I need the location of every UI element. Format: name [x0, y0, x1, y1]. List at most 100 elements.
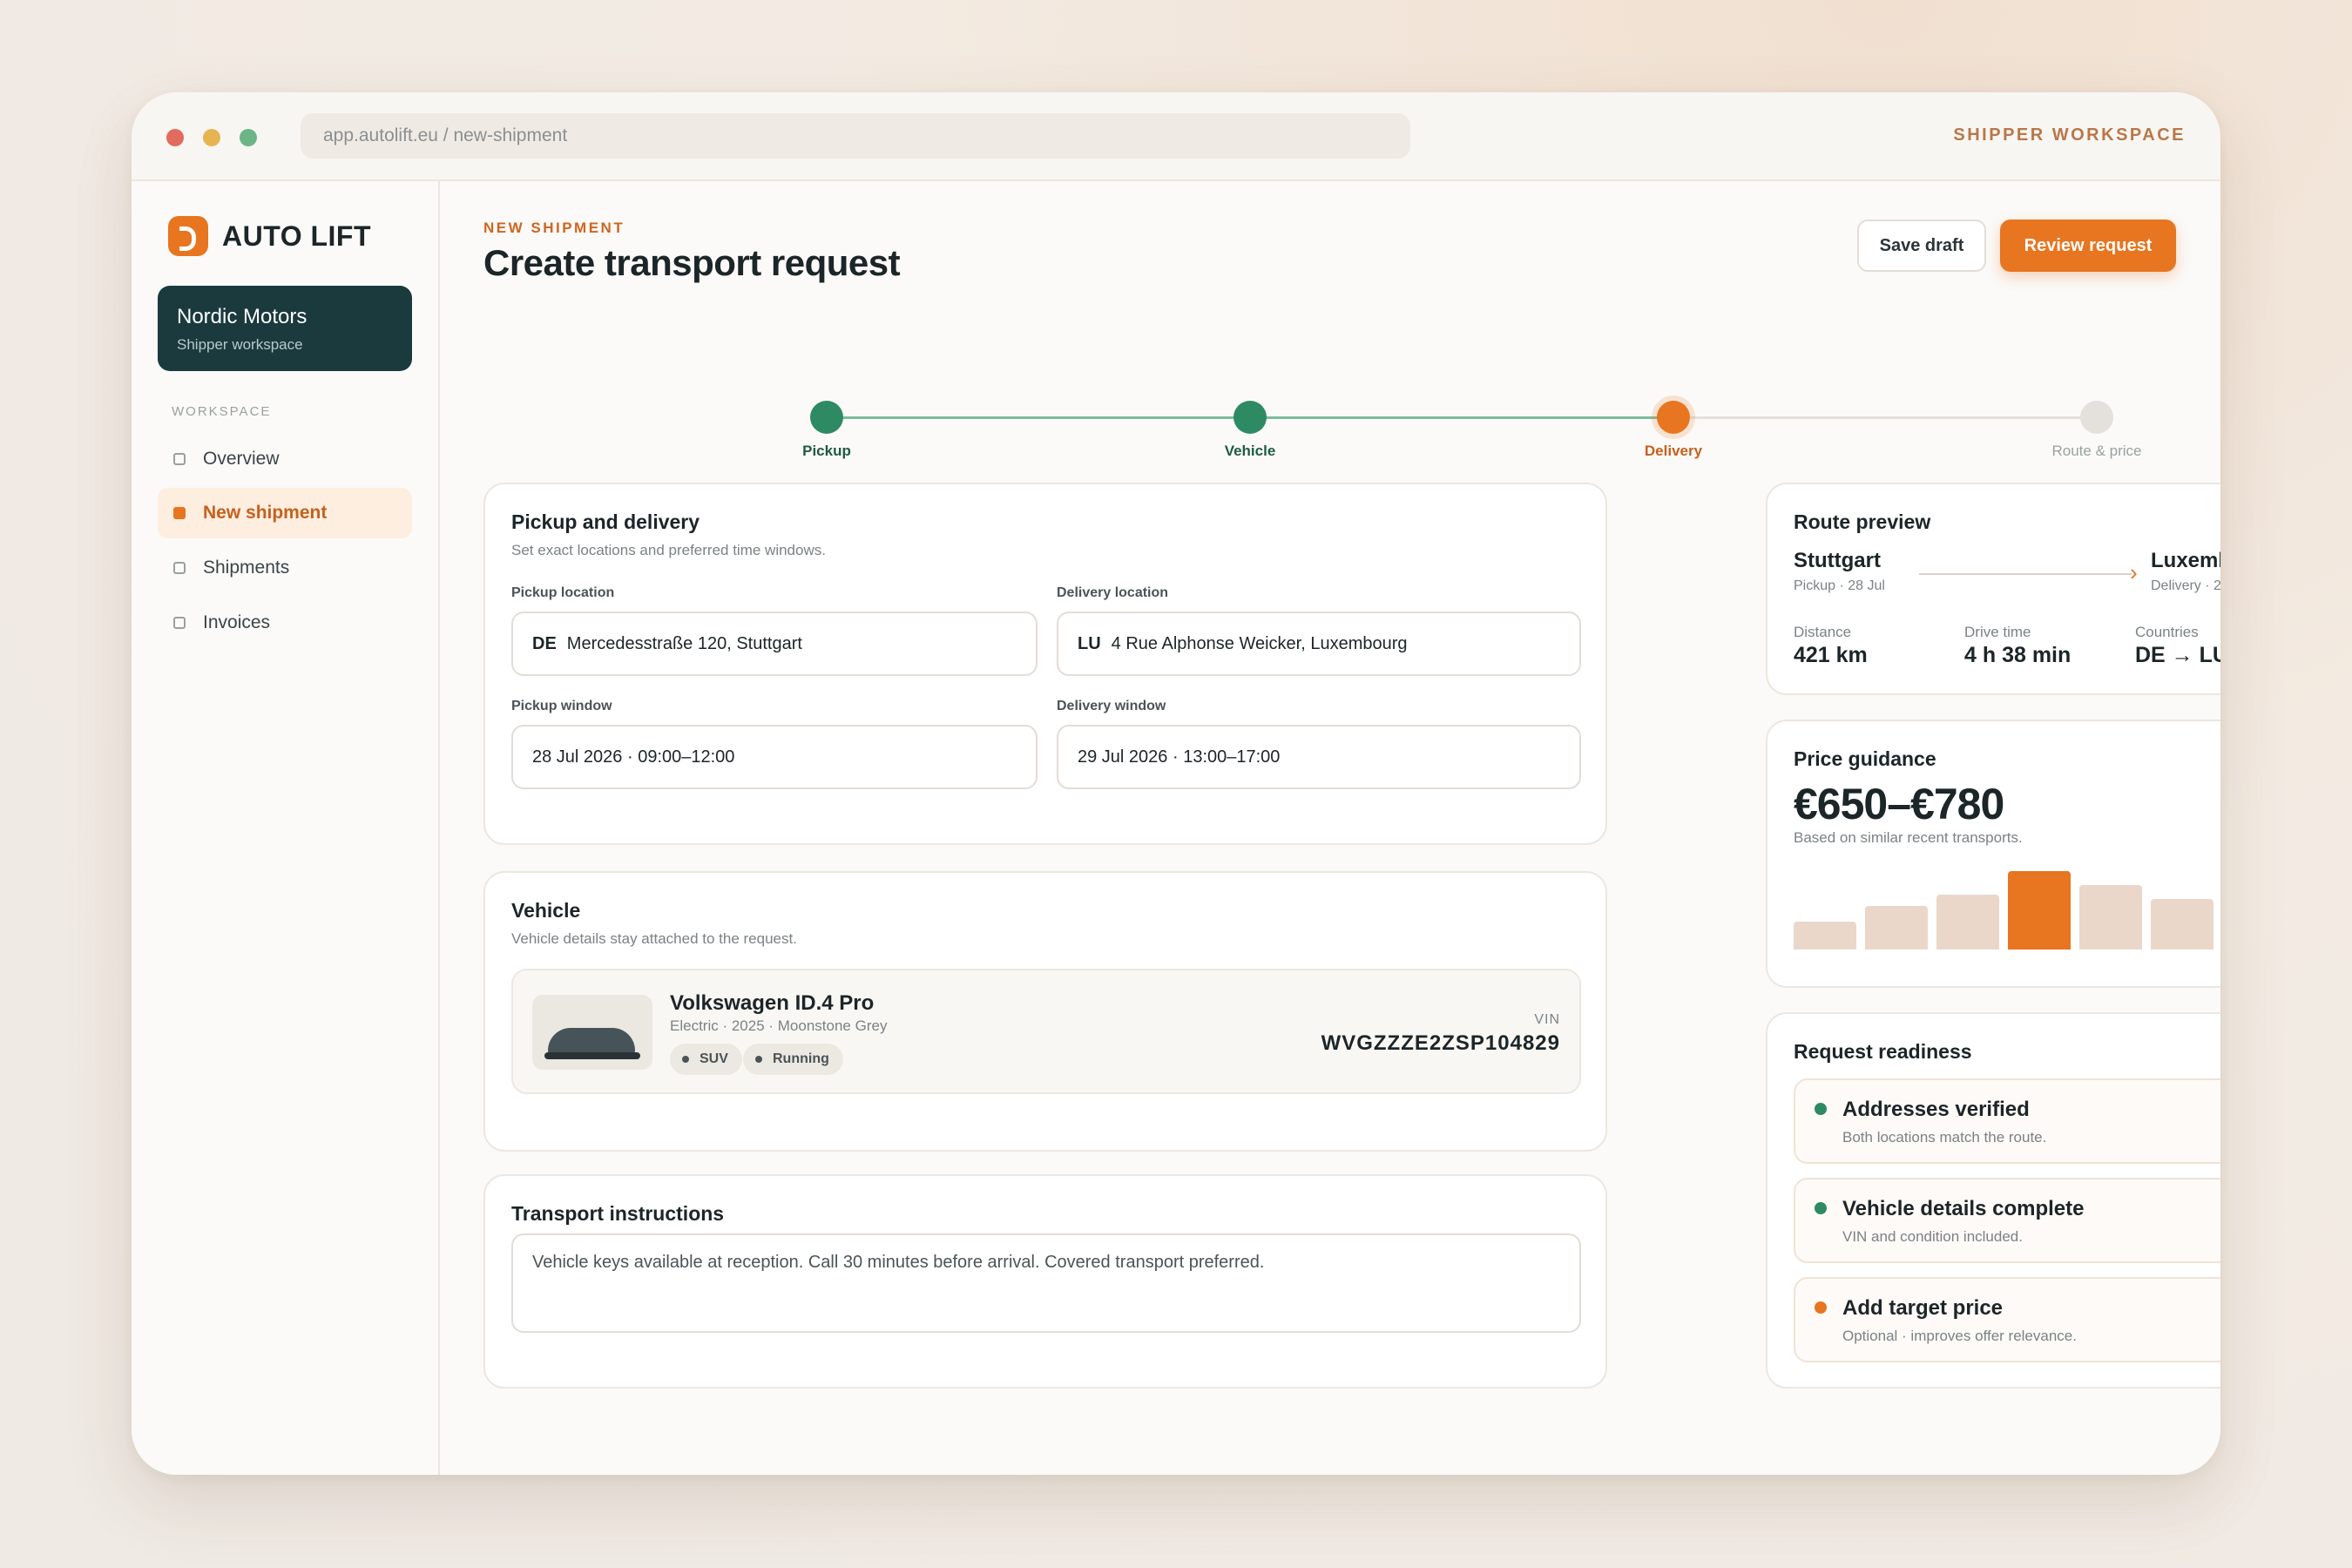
status-dot-icon [1815, 1202, 1827, 1214]
price-bar [2151, 899, 2213, 950]
readiness-title: Addresses verified [1842, 1098, 2030, 1121]
card-title: Vehicle [511, 899, 581, 922]
car-thumbnail-icon [532, 995, 652, 1070]
step-label-vehicle: Vehicle [1224, 443, 1276, 459]
sidebar-item-label: New shipment [203, 503, 328, 523]
vehicle-meta: Electric · 2025 · Moonstone Grey [670, 1017, 888, 1034]
readiness-subtitle: Optional · improves offer relevance. [1842, 1328, 2077, 1344]
step-connector [827, 416, 1250, 419]
card-subtitle: Vehicle details stay attached to the req… [511, 930, 797, 947]
readiness-subtitle: Both locations match the route. [1842, 1129, 2047, 1146]
route-preview-card: Route preview Stuttgart Pickup · 28 Jul … [1766, 483, 2220, 695]
close-window-dot[interactable] [166, 129, 184, 146]
pickup-location-input[interactable]: DE Mercedesstraße 120, Stuttgart [511, 612, 1037, 676]
step-label-route-price: Route & price [2051, 443, 2142, 459]
maximize-window-dot[interactable] [240, 129, 257, 146]
step-node-route-price[interactable] [2080, 401, 2113, 434]
autolift-logo-icon [168, 216, 208, 256]
chevron-right-icon: › [2130, 559, 2138, 585]
vehicle-name: Volkswagen ID.4 Pro [670, 991, 875, 1015]
org-subtitle: Shipper workspace [177, 336, 303, 353]
sidebar-item-label: Shipments [203, 558, 290, 578]
step-node-delivery[interactable] [1657, 401, 1690, 434]
org-switcher[interactable]: Nordic Motors Shipper workspace [158, 286, 412, 371]
price-distribution [1794, 869, 2220, 950]
sidebar-item-invoices[interactable]: Invoices [158, 598, 412, 648]
price-bar [1865, 906, 1928, 950]
origin-city: Stuttgart [1794, 549, 1881, 572]
stat-value-drive-time: 4 h 38 min [1964, 643, 2072, 667]
route-line [1919, 573, 2132, 575]
step-connector [1673, 416, 2097, 419]
square-icon [173, 507, 186, 519]
pickup-window-label: Pickup window [511, 699, 612, 713]
workspace-label: SHIPPER WORKSPACE [1953, 125, 2186, 145]
readiness-item-vehicle[interactable]: Vehicle details complete VIN and conditi… [1794, 1178, 2220, 1263]
delivery-location-label: Delivery location [1057, 585, 1169, 600]
sidebar: AUTO LIFT Nordic Motors Shipper workspac… [132, 181, 440, 1475]
readiness-title: Add target price [1842, 1296, 2004, 1320]
price-subtitle: Based on similar recent transports. [1794, 829, 2023, 846]
readiness-subtitle: VIN and condition included. [1842, 1228, 2023, 1245]
brand-name: AUTO LIFT [222, 220, 371, 252]
card-title: Pickup and delivery [511, 510, 700, 533]
stat-label-countries: Countries [2135, 624, 2199, 640]
address-value: 4 Rue Alphonse Weicker, Luxembourg [1111, 634, 1408, 653]
address-value: Mercedesstraße 120, Stuttgart [566, 634, 802, 653]
nav-section-label: WORKSPACE [172, 404, 272, 419]
instructions-card: Transport instructions Vehicle keys avai… [483, 1174, 1607, 1389]
app-window: app.autolift.eu / new-shipment SHIPPER W… [132, 92, 2220, 1475]
sidebar-item-label: Overview [203, 449, 280, 469]
origin-sub: Pickup · 28 Jul [1794, 578, 1885, 593]
dot-icon [682, 1056, 689, 1063]
readiness-item-addresses[interactable]: Addresses verified Both locations match … [1794, 1078, 2220, 1164]
readiness-card: Request readiness Addresses verified Bot… [1766, 1012, 2220, 1389]
step-label-pickup: Pickup [802, 443, 851, 459]
stat-value-distance: 421 km [1794, 643, 1868, 667]
country-code: DE [532, 634, 557, 653]
card-title: Request readiness [1794, 1040, 1972, 1063]
card-title: Transport instructions [511, 1202, 725, 1225]
pickup-location-label: Pickup location [511, 585, 615, 600]
sidebar-item-shipments[interactable]: Shipments [158, 543, 412, 593]
brand[interactable]: AUTO LIFT [168, 216, 371, 256]
square-icon [173, 617, 186, 629]
org-name: Nordic Motors [177, 305, 308, 328]
price-bar [1936, 895, 1999, 950]
route-row: Stuttgart Pickup · 28 Jul › Luxembourg D… [1794, 549, 2220, 601]
delivery-location-input[interactable]: LU 4 Rue Alphonse Weicker, Luxembourg [1057, 612, 1581, 676]
sidebar-item-new-shipment[interactable]: New shipment [158, 488, 412, 538]
pickup-window-input[interactable]: 28 Jul 2026 · 09:00–12:00 [511, 725, 1037, 789]
price-bar [1794, 922, 1856, 950]
chip-label: Running [773, 1051, 829, 1066]
stat-label-distance: Distance [1794, 624, 1852, 640]
price-guidance-card: Price guidance €650–€780 Based on simila… [1766, 720, 2220, 988]
price-bar [2079, 885, 2142, 950]
stepper: Pickup Vehicle Delivery Route & price [440, 181, 2220, 469]
card-title: Route preview [1794, 510, 1931, 533]
chip-label: SUV [700, 1051, 728, 1066]
pickup-delivery-card: Pickup and delivery Set exact locations … [483, 483, 1607, 845]
price-bar [2008, 871, 2071, 950]
vehicle-chip-type: SUV [670, 1044, 742, 1075]
step-node-pickup[interactable] [810, 401, 843, 434]
destination-sub: Delivery · 29 Jul [2151, 578, 2220, 593]
minimize-window-dot[interactable] [203, 129, 220, 146]
square-icon [173, 453, 186, 465]
country-code: LU [1078, 634, 1101, 653]
readiness-title: Vehicle details complete [1842, 1197, 2085, 1220]
vehicle-chip-condition: Running [743, 1044, 843, 1075]
vehicle-summary[interactable]: Volkswagen ID.4 Pro Electric · 2025 · Mo… [511, 969, 1581, 1094]
title-bar: app.autolift.eu / new-shipment SHIPPER W… [132, 92, 2220, 181]
delivery-window-input[interactable]: 29 Jul 2026 · 13:00–17:00 [1057, 725, 1581, 789]
card-subtitle: Set exact locations and preferred time w… [511, 542, 826, 558]
status-dot-icon [1815, 1301, 1827, 1314]
step-node-vehicle[interactable] [1233, 401, 1267, 434]
url-bar[interactable]: app.autolift.eu / new-shipment [301, 113, 1410, 159]
square-icon [173, 562, 186, 574]
readiness-item-target-price[interactable]: Add target price Optional · improves off… [1794, 1277, 2220, 1362]
instructions-textarea[interactable]: Vehicle keys available at reception. Cal… [511, 1233, 1581, 1333]
delivery-window-label: Delivery window [1057, 699, 1166, 713]
destination-city: Luxembourg [2151, 549, 2220, 572]
sidebar-item-overview[interactable]: Overview [158, 434, 412, 484]
